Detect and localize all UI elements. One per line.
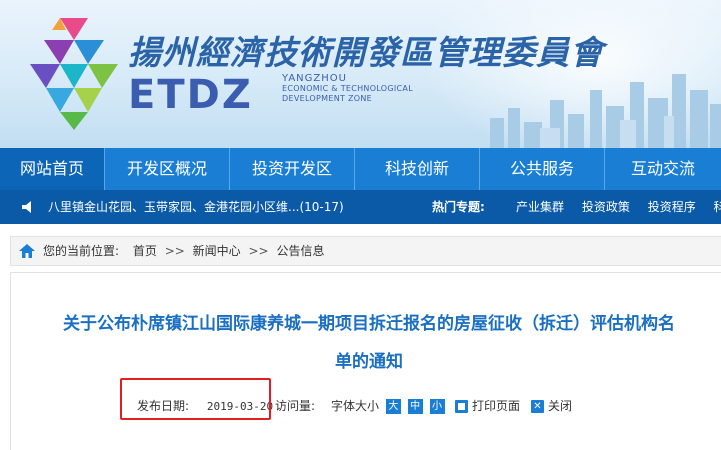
logo-english: YANGZHOU ECONOMIC & TECHNOLOGICAL DEVELO…	[282, 74, 413, 104]
breadcrumb-separator: >>	[164, 244, 185, 258]
hot-link-industry[interactable]: 产业集群	[516, 200, 564, 214]
font-medium-button[interactable]: 中	[407, 399, 423, 414]
ticker-news-link[interactable]: 八里镇金山花园、玉带家园、金港花园小区维...(10-17)	[48, 190, 344, 224]
close-icon: ✕	[531, 400, 544, 413]
font-large-button[interactable]: 大	[385, 399, 401, 414]
breadcrumb-prefix: 您的当前位置:	[43, 244, 120, 258]
close-button[interactable]: ✕ 关闭	[531, 395, 572, 417]
etdz-logo-icon[interactable]	[30, 18, 118, 130]
print-button[interactable]: 打印页面	[455, 395, 520, 417]
font-size-control: 字体大小 大 中 小	[331, 395, 445, 417]
logo-en-line: ECONOMIC & TECHNOLOGICAL	[282, 84, 413, 93]
hot-link-procedure[interactable]: 投资程序	[648, 200, 696, 214]
city-skyline-image	[490, 74, 721, 148]
breadcrumb-news-link[interactable]: 新闻中心	[193, 244, 241, 258]
nav-item-tech[interactable]: 科技创新	[355, 148, 480, 190]
article-title-line: 单的通知	[335, 352, 403, 372]
hot-link-more[interactable]: 科	[714, 200, 721, 214]
print-label: 打印页面	[472, 399, 521, 413]
close-label: 关闭	[548, 399, 573, 413]
hot-topics-links: 产业集群 投资政策 投资程序 科	[516, 190, 721, 224]
article-meta: 发布日期: 2019-03-20 访问量: 字体大小 大 中 小 打印页面 ✕ 关…	[11, 395, 721, 417]
visits-label: 访问量:	[275, 399, 316, 413]
nav-item-services[interactable]: 公共服务	[480, 148, 605, 190]
font-size-label: 字体大小	[331, 399, 380, 413]
article-container: 关于公布朴席镇江山国际康养城一期项目拆迁报名的房屋征收（拆迁）评估机构名 单的通…	[10, 272, 721, 450]
article-title: 关于公布朴席镇江山国际康养城一期项目拆迁报名的房屋征收（拆迁）评估机构名 单的通…	[31, 305, 707, 381]
news-ticker: 八里镇金山花园、玉带家园、金港花园小区维...(10-17) 热门专题: 产业集…	[0, 190, 721, 224]
print-icon	[455, 400, 468, 413]
logo-abbr: ETDZ	[128, 72, 253, 118]
nav-item-invest[interactable]: 投资开发区	[230, 148, 355, 190]
hot-topics-label: 热门专题:	[432, 200, 485, 214]
breadcrumb: 您的当前位置: 首页 >> 新闻中心 >> 公告信息	[10, 236, 721, 266]
breadcrumb-separator: >>	[248, 244, 269, 258]
hot-link-policy[interactable]: 投资政策	[582, 200, 630, 214]
breadcrumb-home-link[interactable]: 首页	[133, 244, 157, 258]
main-nav: 网站首页 开发区概况 投资开发区 科技创新 公共服务 互动交流	[0, 148, 721, 190]
home-icon	[19, 244, 35, 258]
breadcrumb-notice-link[interactable]: 公告信息	[276, 244, 324, 258]
article-title-line: 关于公布朴席镇江山国际康养城一期项目拆迁报名的房屋征收（拆迁）评估机构名	[63, 314, 675, 334]
site-header: 揚州經濟技術開發區管理委員會 ETDZ YANGZHOU ECONOMIC & …	[0, 0, 721, 148]
font-small-button[interactable]: 小	[429, 399, 445, 414]
nav-item-home[interactable]: 网站首页	[0, 148, 105, 190]
breadcrumb-trail: 您的当前位置: 首页 >> 新闻中心 >> 公告信息	[43, 237, 324, 265]
speaker-icon	[22, 201, 31, 213]
date-highlight-box	[120, 378, 271, 420]
logo-en-line: YANGZHOU	[282, 73, 347, 84]
nav-item-overview[interactable]: 开发区概况	[105, 148, 230, 190]
logo-en-line: DEVELOPMENT ZONE	[282, 94, 373, 103]
nav-item-interaction[interactable]: 互动交流	[605, 148, 721, 190]
